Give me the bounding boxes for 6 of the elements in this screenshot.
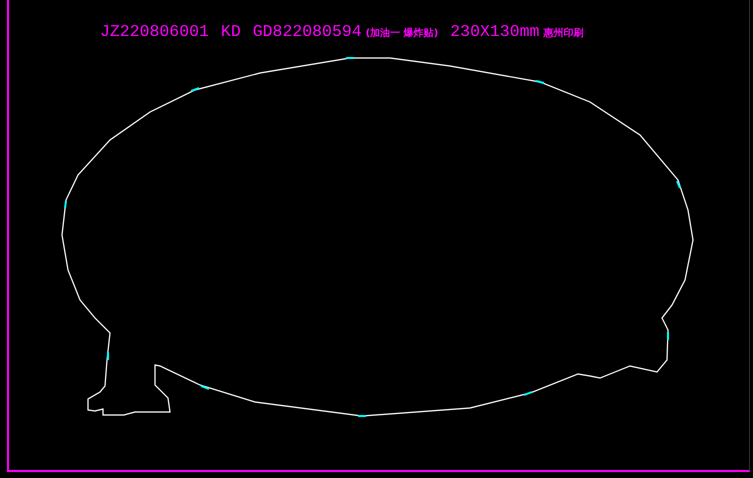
label-text: KD bbox=[220, 22, 241, 41]
label-text: GD822080594 bbox=[252, 22, 362, 41]
label-text: 230X130mm bbox=[450, 22, 540, 41]
note-text: (加油一 爆炸贴) bbox=[366, 26, 438, 40]
note-text: 惠州印刷 bbox=[543, 26, 584, 40]
label-text: JZ220806001 bbox=[100, 22, 209, 41]
